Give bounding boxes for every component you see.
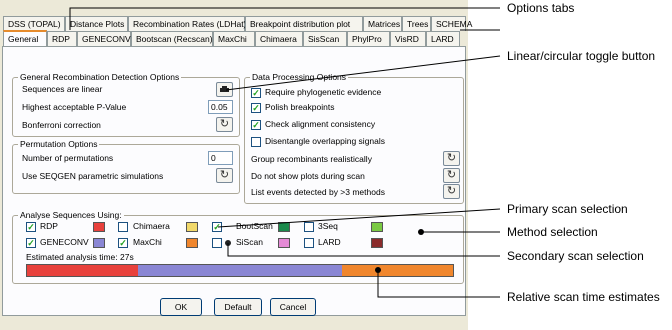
callout-toggle: [225, 55, 501, 91]
callout-relative: [377, 270, 500, 298]
callout-options-tabs: [69, 7, 500, 30]
callout-secondary: [227, 243, 500, 257]
annotation-secondary: Secondary scan selection: [507, 249, 644, 263]
annotation-toggle: Linear/circular toggle button: [507, 49, 656, 63]
annotation-relative: Relative scan time estimates: [507, 290, 660, 304]
annotation-options-tabs: Options tabs: [507, 1, 575, 15]
annotation-method: Method selection: [507, 225, 598, 239]
callout-primary: [217, 208, 501, 228]
annotation-primary: Primary scan selection: [507, 202, 628, 216]
